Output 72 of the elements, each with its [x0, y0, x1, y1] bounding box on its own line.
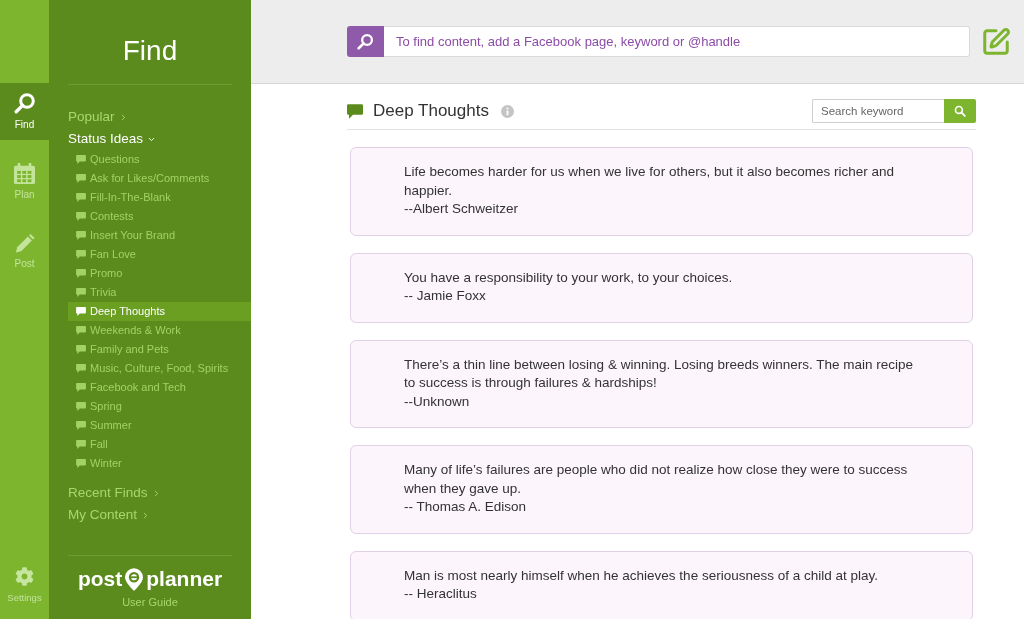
logo-text: planner [146, 566, 223, 592]
quote-text: There’s a thin line between losing & winning. Losing breeds winners. The main recipe to success is through failures & hardships! [404, 355, 915, 392]
sidebar-item[interactable]: Facebook and Tech [68, 378, 251, 397]
sidebar-item[interactable]: Fall [68, 435, 251, 454]
speech-bubble-icon [76, 307, 86, 316]
speech-bubble-icon [76, 364, 86, 373]
sidebar-item[interactable]: Fan Love [68, 245, 251, 264]
speech-bubble-icon [76, 212, 86, 221]
sidebar-item[interactable]: Ask for Likes/Comments [68, 169, 251, 188]
sidebar-item[interactable]: Fill-In-The-Blank [68, 188, 251, 207]
speech-bubble-icon [76, 174, 86, 183]
logo-text: post [77, 566, 123, 592]
speech-bubble-icon [76, 155, 86, 164]
search-icon [954, 105, 966, 117]
nav-tab[interactable]: Post [0, 223, 49, 280]
speech-bubble-icon [76, 402, 86, 411]
section-link[interactable]: Status Ideas [68, 128, 157, 150]
quote-author: --Albert Schweitzer [404, 200, 519, 218]
speech-bubble-icon [76, 288, 86, 297]
search-icon [357, 33, 374, 50]
speech-bubble-icon [76, 269, 86, 278]
sidebar-item[interactable]: Weekends & Work [68, 321, 251, 340]
sidebar-item[interactable]: Insert Your Brand [68, 226, 251, 245]
search-icon [13, 92, 36, 114]
sidebar-item[interactable]: Summer [68, 416, 251, 435]
speech-bubble-icon [76, 383, 86, 392]
sidebar-item[interactable]: Deep Thoughts [68, 302, 251, 321]
edit-icon [981, 27, 1011, 57]
pin-icon [125, 567, 144, 591]
nav-tab[interactable]: Find [0, 83, 49, 140]
search-button[interactable] [944, 99, 976, 123]
speech-bubble-icon [76, 231, 86, 240]
speech-bubble-icon [76, 250, 86, 259]
quote-author: -- Heraclitus [404, 585, 477, 603]
sidebar-item[interactable]: Spring [68, 397, 251, 416]
speech-bubble-icon [76, 326, 86, 335]
info-icon[interactable] [500, 104, 514, 118]
speech-bubble-icon [76, 440, 86, 449]
sidebar-item[interactable]: Trivia [68, 283, 251, 302]
speech-bubble-icon [76, 345, 86, 354]
page-title: Deep Thoughts [373, 100, 489, 123]
pencil-icon [14, 233, 35, 253]
quote-text: You have a responsibility to your work, to your choices. [404, 268, 734, 287]
quote-text: Many of life’s failures are people who did not realize how close they were to success when they gave up. [404, 461, 909, 498]
speech-bubble-icon [76, 193, 86, 202]
sidebar-item[interactable]: Music, Culture, Food, Spirits [68, 359, 251, 378]
settings-icon [15, 567, 34, 586]
sidebar-item[interactable]: Family and Pets [68, 340, 251, 359]
quote-text: Man is most nearly himself when he achieves the seriousness of a child at play. [404, 566, 879, 585]
nav-tab[interactable]: Plan [0, 153, 49, 210]
sidebar-item[interactable]: Contests [68, 207, 251, 226]
compose-button[interactable] [980, 26, 1012, 58]
speech-bubble-icon [76, 459, 86, 468]
quote-author: -- Jamie Foxx [404, 287, 486, 305]
quote-text: Life becomes harder for us when we live for others, but it also becomes richer and happier. [404, 163, 895, 200]
section-link[interactable]: Recent Finds [68, 482, 161, 504]
calendar-icon [14, 162, 35, 184]
search-field[interactable]: To find content, add a Facebook page, keyword or @handle [384, 26, 970, 57]
sidebar-item[interactable]: Promo [68, 264, 251, 283]
speech-bubble-icon [76, 421, 86, 430]
sidebar-item[interactable]: Questions [68, 150, 251, 169]
sidebar-item[interactable]: Winter [68, 454, 251, 473]
section-link[interactable]: Popular [68, 106, 128, 128]
search-button[interactable] [347, 26, 384, 57]
speech-bubble-icon [347, 103, 363, 119]
quote-author: -- Thomas A. Edison [404, 498, 527, 516]
settings-button[interactable]: Settings [0, 567, 49, 619]
section-link[interactable]: My Content [68, 504, 151, 526]
search-field[interactable]: Search keyword [812, 99, 944, 123]
user-guide-link[interactable]: User Guide [122, 595, 178, 609]
sidebar-title: Find [122, 34, 178, 68]
quote-author: --Unknown [404, 392, 470, 411]
